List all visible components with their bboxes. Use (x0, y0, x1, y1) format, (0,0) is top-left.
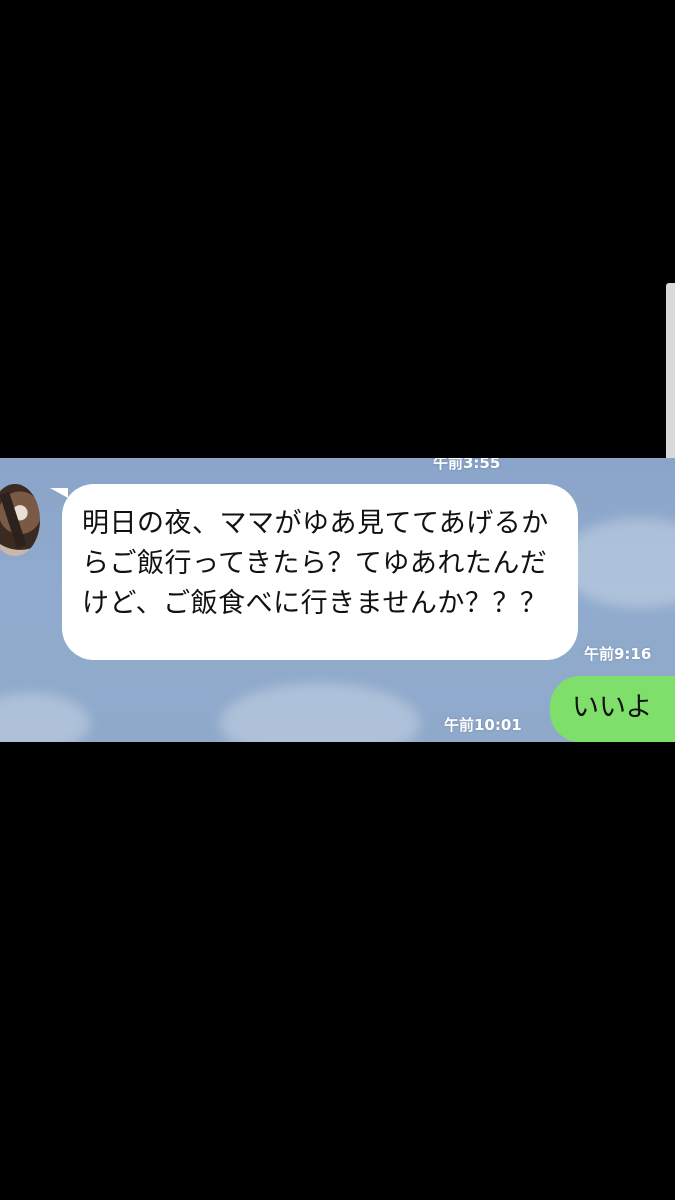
sender-avatar[interactable] (0, 484, 40, 556)
incoming-bubble-tail (50, 488, 68, 498)
outgoing-message-time: 午前10:01 (444, 716, 522, 734)
avatar-photo-detail (0, 491, 27, 549)
message-timestamp: 午前3:55 (433, 458, 501, 472)
chat-message-area[interactable]: 午前3:55 明日の夜、ママがゆあ見ててあげるからご飯行ってきたら？てゆあれたん… (0, 458, 675, 742)
incoming-message-bubble[interactable]: 明日の夜、ママがゆあ見ててあげるからご飯行ってきたら？てゆあれたんだけど、ご飯食… (62, 484, 578, 660)
incoming-message-time: 午前9:16 (584, 645, 652, 663)
background-cloud (0, 693, 90, 742)
background-cloud (220, 683, 420, 742)
outgoing-message-bubble[interactable]: いいよ (550, 676, 675, 742)
screenshot-viewport: 午前3:55 明日の夜、ママがゆあ見ててあげるからご飯行ってきたら？てゆあれたん… (0, 0, 675, 1200)
incoming-message-text: 明日の夜、ママがゆあ見ててあげるからご飯行ってきたら？てゆあれたんだけど、ご飯食… (82, 508, 549, 619)
outgoing-message-text: いいよ (572, 692, 653, 723)
